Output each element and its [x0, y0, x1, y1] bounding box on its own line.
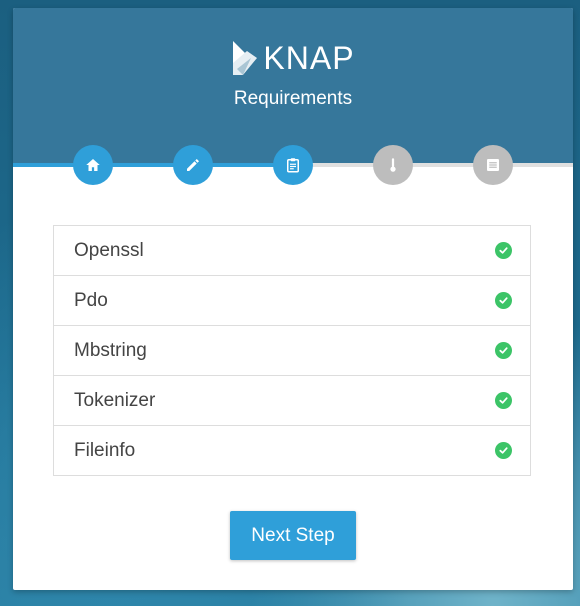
list-item: Fileinfo [54, 425, 530, 475]
check-circle-icon [495, 242, 512, 259]
card-header: KNAP Requirements [13, 8, 573, 163]
check-circle-icon [495, 342, 512, 359]
requirement-name: Tokenizer [74, 389, 156, 411]
list-item: Mbstring [54, 325, 530, 375]
requirement-name: Openssl [74, 239, 144, 261]
logo-text: KNAP [263, 39, 355, 76]
requirements-list: Openssl Pdo Mbstring Tokenizer Fileinfo [53, 225, 531, 476]
home-icon [86, 159, 100, 171]
step-requirements[interactable] [273, 145, 313, 185]
list-item: Pdo [54, 275, 530, 325]
list-item: Tokenizer [54, 375, 530, 425]
requirement-name: Fileinfo [74, 439, 136, 461]
step-home[interactable] [73, 145, 113, 185]
list-icon [487, 159, 499, 171]
list-item: Openssl [54, 226, 530, 275]
requirement-name: Pdo [74, 289, 108, 311]
step-summary[interactable] [473, 145, 513, 185]
step-permissions[interactable] [373, 145, 413, 185]
next-step-button[interactable]: Next Step [230, 511, 356, 560]
knap-logo-mark-icon [233, 41, 258, 75]
pencil-icon [187, 159, 199, 171]
clipboard-icon [287, 158, 299, 173]
requirement-name: Mbstring [74, 339, 147, 361]
step-progress-fill [13, 163, 293, 167]
check-circle-icon [495, 442, 512, 459]
check-circle-icon [495, 292, 512, 309]
installer-card: KNAP Requirements Openssl Pdo Mbstring T… [13, 8, 573, 590]
logo: KNAP [13, 38, 573, 78]
step-edit[interactable] [173, 145, 213, 185]
page-title: Requirements [233, 88, 353, 109]
thermometer-icon [390, 158, 396, 172]
check-circle-icon [495, 392, 512, 409]
